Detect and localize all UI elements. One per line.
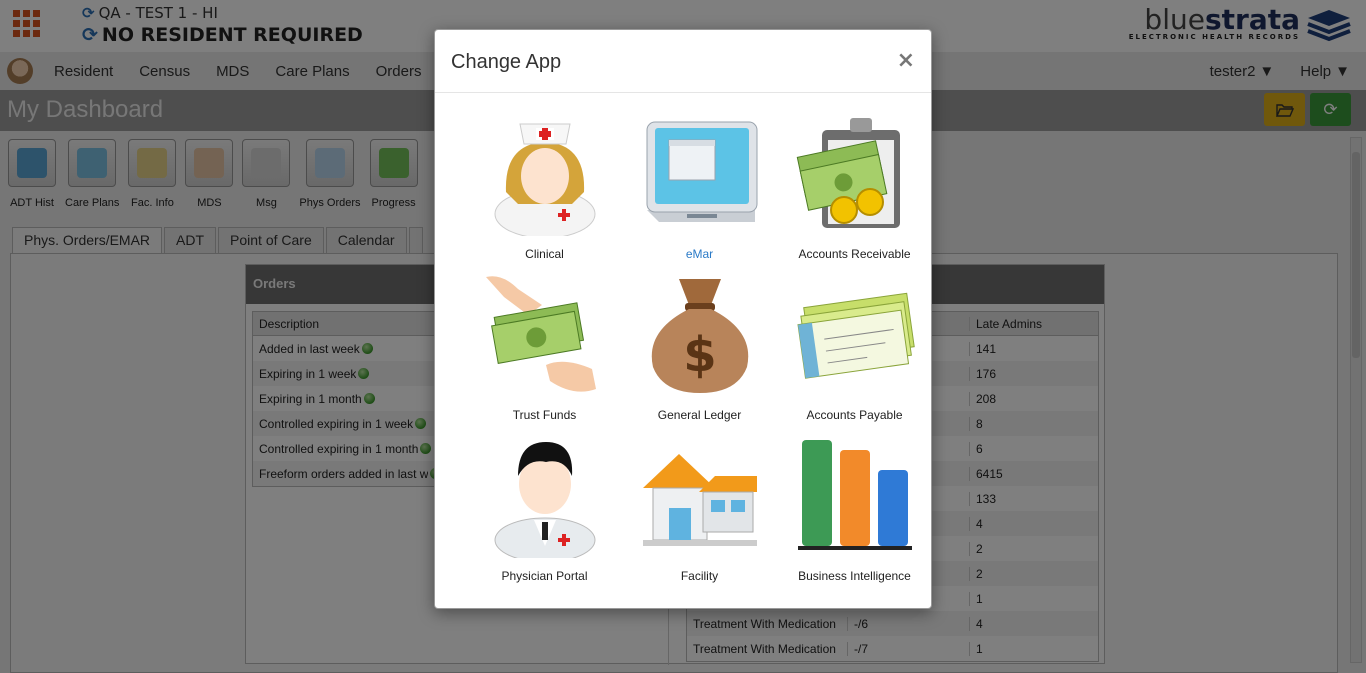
- app-trust-funds[interactable]: Trust Funds: [467, 275, 622, 436]
- app-label: eMar: [685, 247, 714, 261]
- app-label: Trust Funds: [512, 408, 577, 422]
- app-business-intelligence[interactable]: Business Intelligence: [777, 436, 932, 597]
- dialog-title: Change App: [451, 51, 562, 73]
- money-bag-icon: $: [651, 279, 748, 393]
- app-label: Clinical: [525, 247, 564, 261]
- app-label: Facility: [680, 569, 719, 583]
- app-label: Accounts Receivable: [798, 247, 911, 261]
- hand-money-icon: [485, 276, 596, 392]
- app-accounts-payable[interactable]: Accounts Payable: [777, 275, 932, 436]
- app-emar[interactable]: eMar: [622, 114, 777, 275]
- clipboard-money-icon: [796, 118, 900, 228]
- app-label: Business Intelligence: [798, 569, 911, 583]
- app-accounts-receivable[interactable]: Accounts Receivable: [777, 114, 932, 275]
- close-icon[interactable]: ×: [897, 48, 915, 73]
- bar-chart-icon: [797, 440, 912, 550]
- app-label: Physician Portal: [501, 569, 588, 583]
- emar-tablet-icon: [646, 121, 757, 222]
- app-grid: Clinical eMar Accounts Receivable Trust …: [467, 114, 932, 597]
- house-icon: [642, 454, 757, 546]
- app-physician-portal[interactable]: Physician Portal: [467, 436, 622, 597]
- doctor-icon: [494, 442, 595, 558]
- app-label: Accounts Payable: [806, 408, 903, 422]
- app-general-ledger[interactable]: $ General Ledger: [622, 275, 777, 436]
- nurse-icon: [494, 123, 595, 236]
- app-facility[interactable]: Facility: [622, 436, 777, 597]
- change-app-dialog: Change App × Clinical eMar Accounts Rece…: [434, 29, 932, 609]
- app-label: General Ledger: [657, 408, 742, 422]
- svg-text:$: $: [683, 327, 716, 383]
- checks-icon: [796, 292, 915, 379]
- app-clinical[interactable]: Clinical: [467, 114, 622, 275]
